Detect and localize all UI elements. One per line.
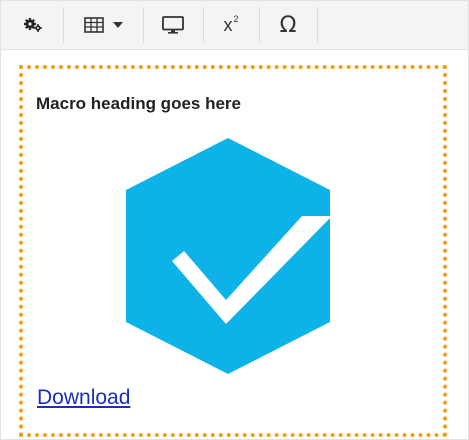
toolbar-separator [143, 7, 144, 43]
macro-placeholder[interactable]: Macro heading goes here Download [19, 65, 447, 437]
gears-icon [24, 18, 42, 32]
caret-down-icon [113, 22, 123, 28]
toolbar-separator [63, 7, 64, 43]
table-icon [84, 17, 104, 33]
monitor-icon [162, 16, 184, 34]
download-link[interactable]: Download [37, 386, 130, 410]
editor-toolbar: x2 Ω [1, 1, 468, 50]
editor-frame: x2 Ω Macro heading goes here Download [0, 0, 469, 440]
superscript-button[interactable]: x2 [211, 1, 251, 49]
superscript-icon: x2 [223, 14, 239, 35]
checkmark-box-icon [126, 138, 330, 374]
toolbar-separator [203, 7, 204, 43]
preview-button[interactable] [153, 1, 193, 49]
toolbar-separator [317, 7, 318, 43]
insert-table-button[interactable] [73, 1, 135, 49]
special-characters-button[interactable]: Ω [267, 1, 309, 49]
macro-settings-button[interactable] [13, 1, 53, 49]
macro-heading: Macro heading goes here [36, 94, 241, 113]
toolbar-separator [259, 7, 260, 43]
omega-icon: Ω [279, 12, 297, 38]
